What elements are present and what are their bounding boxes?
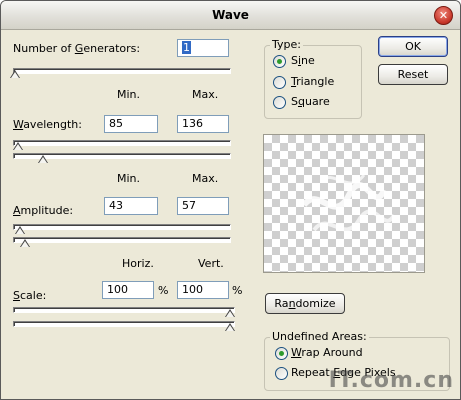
amplitude-label: Amplitude: [13, 204, 74, 217]
close-icon: ✕ [438, 9, 449, 22]
repeat-edge-pixels-radio[interactable] [275, 367, 288, 380]
amplitude-min-thumb[interactable] [15, 226, 25, 234]
wavelength-max-thumb[interactable] [38, 155, 48, 163]
wavelength-label: Wavelength: [13, 118, 82, 131]
dialog-title: Wave [212, 8, 249, 22]
type-triangle-label[interactable]: Triangle [291, 75, 334, 88]
scale-label: Scale: [13, 289, 47, 302]
scale-vert-slider[interactable] [13, 321, 235, 327]
type-legend: Type: [270, 38, 303, 51]
scale-vert-unit: % [232, 284, 243, 297]
generators-slider[interactable] [13, 68, 231, 74]
preview-image [263, 134, 425, 273]
type-square-radio[interactable] [273, 96, 286, 109]
reset-button[interactable]: Reset [378, 64, 448, 85]
scale-horiz-thumb[interactable] [225, 309, 235, 317]
generators-slider-thumb[interactable] [10, 70, 20, 78]
scale-vert-thumb[interactable] [225, 323, 235, 331]
scale-horiz-slider[interactable] [13, 307, 235, 313]
type-square-label[interactable]: Square [291, 95, 330, 108]
ok-button[interactable]: OK [378, 36, 448, 57]
generators-input[interactable]: 1 [177, 39, 229, 57]
wavelength-max-input[interactable]: 136 [177, 115, 229, 133]
wrap-around-label[interactable]: Wrap Around [291, 346, 363, 359]
scale-horiz-input[interactable]: 100 [102, 281, 154, 299]
close-button[interactable]: ✕ [434, 6, 453, 25]
wavelength-max-header: Max. [192, 88, 219, 101]
title-bar: Wave ✕ [1, 1, 460, 30]
scale-horiz-unit: % [158, 284, 169, 297]
amplitude-max-input[interactable]: 57 [177, 197, 229, 215]
wave-dialog: Wave ✕ Number of Generators: 1 Min. Max.… [0, 0, 461, 400]
wavelength-min-input[interactable]: 85 [104, 115, 158, 133]
generators-label: Number of Generators: [13, 42, 141, 55]
amplitude-max-header: Max. [192, 172, 219, 185]
wave-preview-graphic [301, 174, 396, 232]
scale-horiz-header: Horiz. [122, 257, 154, 270]
type-sine-label[interactable]: Sine [291, 54, 315, 67]
undefined-areas-legend: Undefined Areas: [270, 330, 369, 343]
type-triangle-radio[interactable] [273, 76, 286, 89]
wavelength-min-slider[interactable] [13, 140, 231, 146]
amplitude-min-header: Min. [117, 172, 141, 185]
amplitude-min-input[interactable]: 43 [104, 197, 158, 215]
scale-vert-header: Vert. [198, 257, 224, 270]
amplitude-max-thumb[interactable] [20, 239, 30, 247]
wrap-around-radio[interactable] [275, 347, 288, 360]
amplitude-min-slider[interactable] [13, 224, 231, 230]
type-group: Type: Sine Triangle Square [264, 38, 362, 119]
randomize-button[interactable]: Randomize [265, 293, 345, 314]
type-sine-radio[interactable] [273, 55, 286, 68]
watermark: IT.com.cn [328, 368, 454, 393]
wavelength-min-header: Min. [117, 88, 141, 101]
amplitude-max-slider[interactable] [13, 237, 231, 243]
scale-vert-input[interactable]: 100 [177, 281, 229, 299]
wavelength-min-thumb[interactable] [13, 142, 23, 150]
